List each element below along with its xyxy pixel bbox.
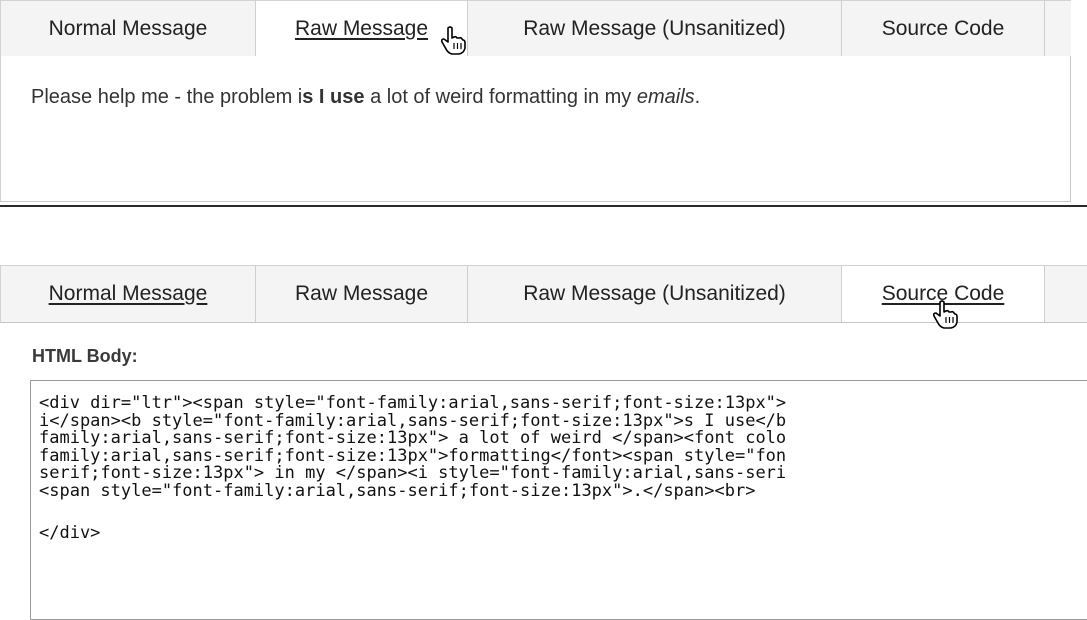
- code-closing-tag: </div>: [39, 523, 101, 543]
- html-source-box[interactable]: <div dir="ltr"><span style="font-family:…: [30, 380, 1087, 620]
- top-tab-bar: Normal Message Raw Message Raw Message (…: [0, 0, 1071, 58]
- tab-source-code[interactable]: Source Code: [842, 1, 1045, 57]
- message-part: a lot of weird formatting in my: [364, 86, 637, 108]
- message-bold-part: s I use: [302, 86, 365, 108]
- message-italic-part: emails: [636, 86, 695, 108]
- message-part: .: [694, 86, 701, 108]
- tab-raw-message-unsanitized[interactable]: Raw Message (Unsanitized): [468, 266, 842, 322]
- panel-divider: [0, 205, 1087, 207]
- tab-label: Raw Message (Unsanitized): [523, 17, 786, 40]
- tab-normal-message[interactable]: Normal Message: [0, 1, 256, 57]
- tab-raw-message[interactable]: Raw Message: [256, 266, 468, 322]
- html-body-label: HTML Body:: [32, 346, 138, 366]
- tab-raw-message-unsanitized[interactable]: Raw Message (Unsanitized): [468, 1, 842, 57]
- message-text: Please help me - the problem is I use a …: [31, 86, 700, 109]
- code-line: <div dir="ltr"><span style="font-family:…: [39, 393, 787, 413]
- hand-cursor-icon: [932, 300, 958, 329]
- tab-label: Normal Message: [48, 17, 208, 40]
- message-part: Please help me - the problem i: [31, 86, 303, 108]
- tab-label: Source Code: [881, 17, 1005, 40]
- hand-cursor-icon: [440, 26, 466, 55]
- tab-label: Raw Message (Unsanitized): [523, 282, 786, 305]
- tab-label: Raw Message: [294, 17, 429, 40]
- tab-raw-message[interactable]: Raw Message: [256, 1, 468, 57]
- tab-label: Raw Message: [294, 282, 429, 305]
- tab-normal-message[interactable]: Normal Message: [0, 266, 256, 322]
- code-line: serif;font-size:13px"> in my </span><i s…: [39, 463, 787, 483]
- message-view: Please help me - the problem is I use a …: [0, 56, 1071, 202]
- tab-label: Normal Message: [48, 282, 208, 305]
- code-line: <span style="font-family:arial,sans-seri…: [39, 480, 756, 501]
- bottom-tab-bar: Normal Message Raw Message Raw Message (…: [0, 265, 1087, 323]
- tab-bar-filler: [1045, 266, 1087, 322]
- code-line: family:arial,sans-serif;font-size:13px">…: [39, 428, 787, 448]
- html-source-code: <div dir="ltr"><span style="font-family:…: [31, 381, 1087, 500]
- tab-bar-filler: [1045, 1, 1070, 57]
